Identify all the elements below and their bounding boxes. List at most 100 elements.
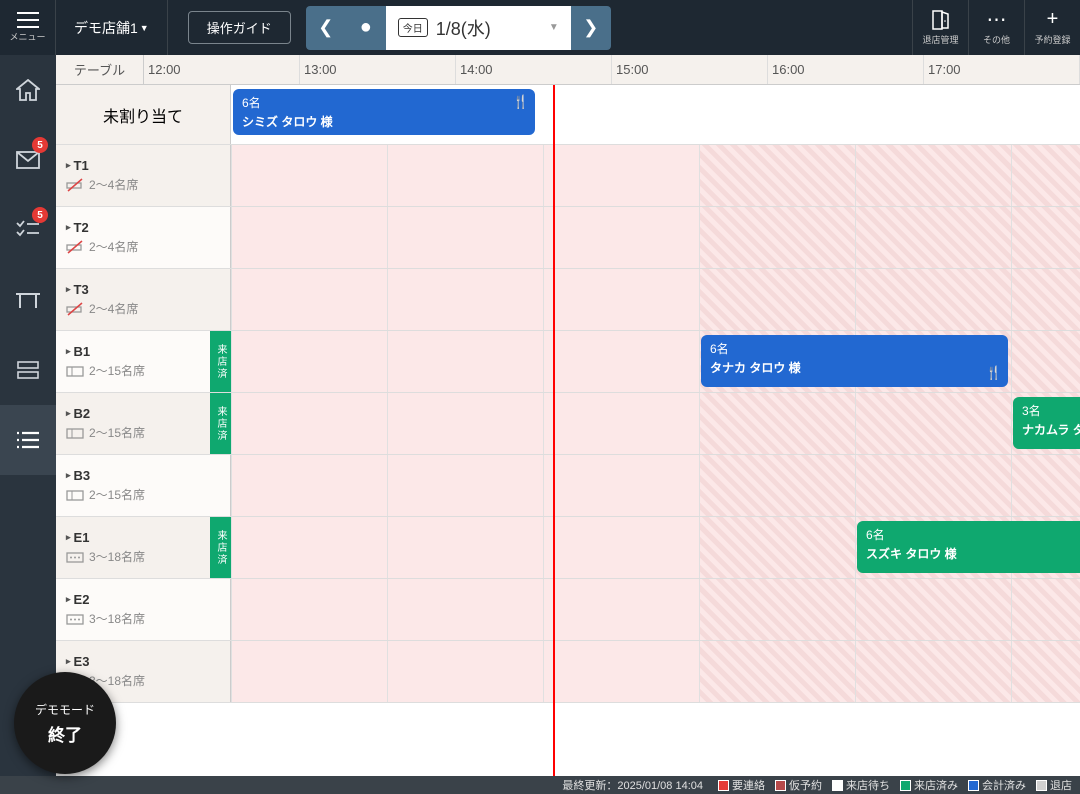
resv-count: 6名 xyxy=(866,526,1080,543)
table-name: ▸T3 xyxy=(66,282,220,297)
meal-icon: 🍴 xyxy=(986,365,1002,381)
demo-line2: 終了 xyxy=(48,721,82,746)
time-cells: 12:00 13:00 14:00 15:00 16:00 17:00 xyxy=(144,55,1080,84)
leave-management-button[interactable]: 退店管理 xyxy=(912,0,968,55)
reservation-card[interactable]: 6名 シミズ タロウ 様 🍴 xyxy=(233,89,535,135)
table-label[interactable]: ▸T1 2～4名席 xyxy=(56,145,231,206)
legend-item: 要連絡 xyxy=(718,777,765,793)
row-track[interactable]: 来店済 3名ナカムラ タ xyxy=(231,393,1080,454)
table-label[interactable]: ▸B2 2～15名席 xyxy=(56,393,231,454)
table-name: ▸E3 xyxy=(66,654,220,669)
mail-badge: 5 xyxy=(32,137,48,153)
resv-name: スズキ タロウ 様 xyxy=(866,545,1080,562)
table-row: ▸E3 3～18名席 xyxy=(56,641,1080,703)
closed-shade xyxy=(699,145,1080,206)
row-track[interactable]: 来店済 6名タナカ タロウ 様🍴 xyxy=(231,331,1080,392)
sidebar-tasks[interactable]: 5 xyxy=(0,195,56,265)
legend-swatch xyxy=(900,780,911,791)
tasks-badge: 5 xyxy=(32,207,48,223)
resv-name: シミズ タロウ 様 xyxy=(242,113,526,130)
reservation-card[interactable]: 6名スズキ タロウ 様🍴 xyxy=(857,521,1080,573)
menu-button[interactable]: メニュー xyxy=(0,0,56,55)
row-track[interactable] xyxy=(231,207,1080,268)
sidebar-list[interactable] xyxy=(0,405,56,475)
other-button[interactable]: ⋯ その他 xyxy=(968,0,1024,55)
mail-icon xyxy=(16,151,40,169)
table-capacity: 2～4名席 xyxy=(66,300,220,317)
current-time-line xyxy=(553,85,555,776)
unassigned-label: 未割り当て xyxy=(56,85,231,144)
row-track[interactable] xyxy=(231,455,1080,516)
sidebar-home[interactable] xyxy=(0,55,56,125)
guide-button[interactable]: 操作ガイド xyxy=(188,11,291,44)
legend-item: 会計済み xyxy=(968,777,1026,793)
sidebar-tables[interactable] xyxy=(0,265,56,335)
time-header: テーブル 12:00 13:00 14:00 15:00 16:00 17:00 xyxy=(56,55,1080,85)
time-cell: 12:00 xyxy=(144,55,300,84)
resv-count: 3名 xyxy=(1022,402,1080,419)
schedule-grid: テーブル 12:00 13:00 14:00 15:00 16:00 17:00… xyxy=(56,55,1080,776)
table-row: ▸T2 2～4名席 xyxy=(56,207,1080,269)
prev-day-button[interactable]: ❮ xyxy=(306,6,346,50)
layout-icon xyxy=(17,361,39,379)
closed-shade xyxy=(699,269,1080,330)
rows: 未割り当て 6名 シミズ タロウ 様 🍴 ▸T1 2～4名席 xyxy=(56,85,1080,776)
closed-shade xyxy=(699,579,1080,640)
resv-count: 6名 xyxy=(710,340,999,357)
table-row: ▸T3 2～4名席 xyxy=(56,269,1080,331)
next-day-button[interactable]: ❯ xyxy=(571,6,611,50)
legend-item: 仮予約 xyxy=(775,777,822,793)
store-selector[interactable]: デモ店舗1▼ xyxy=(56,0,168,55)
resv-name: ナカムラ タ xyxy=(1022,421,1080,438)
legend-item: 退店 xyxy=(1036,777,1072,793)
arrow-right-icon: ▸ xyxy=(66,470,71,481)
today-dot-button[interactable]: ● xyxy=(346,6,386,50)
time-cell: 14:00 xyxy=(456,55,612,84)
row-track[interactable]: 来店済 6名スズキ タロウ 様🍴 xyxy=(231,517,1080,578)
today-chip: 今日 xyxy=(398,18,428,37)
reservation-card[interactable]: 6名タナカ タロウ 様🍴 xyxy=(701,335,1008,387)
row-track[interactable] xyxy=(231,579,1080,640)
arrow-right-icon: ▸ xyxy=(66,532,71,543)
demo-mode-exit-button[interactable]: デモモード 終了 xyxy=(14,672,116,774)
reservation-card[interactable]: 3名ナカムラ タ xyxy=(1013,397,1080,449)
row-track[interactable] xyxy=(231,269,1080,330)
table-name: ▸E1 xyxy=(66,530,220,545)
closed-shade xyxy=(699,207,1080,268)
past-shade xyxy=(231,269,699,330)
time-cell: 13:00 xyxy=(300,55,456,84)
table-label[interactable]: ▸E2 3～18名席 xyxy=(56,579,231,640)
resv-name: タナカ タロウ 様 xyxy=(710,359,999,376)
row-track[interactable] xyxy=(231,145,1080,206)
add-label: 予約登録 xyxy=(1034,33,1070,46)
arrow-right-icon: ▸ xyxy=(66,160,71,171)
legend-swatch xyxy=(775,780,786,791)
legend-item: 来店済み xyxy=(900,777,958,793)
table-label[interactable]: ▸B3 2～15名席 xyxy=(56,455,231,516)
resv-count: 6名 xyxy=(242,94,526,111)
table-label[interactable]: ▸T2 2～4名席 xyxy=(56,207,231,268)
legend: 要連絡 仮予約 来店待ち 来店済み 会計済み 退店 xyxy=(718,777,1072,793)
arrow-right-icon: ▸ xyxy=(66,408,71,419)
arrow-right-icon: ▸ xyxy=(66,656,71,667)
table-label[interactable]: ▸T3 2～4名席 xyxy=(56,269,231,330)
menu-label: メニュー xyxy=(9,30,45,43)
past-shade xyxy=(231,145,699,206)
table-name: ▸B3 xyxy=(66,468,220,483)
chevron-down-icon: ▼ xyxy=(549,22,559,33)
home-icon xyxy=(16,79,40,101)
hamburger-icon xyxy=(17,12,39,28)
chevron-down-icon: ▼ xyxy=(140,23,149,33)
add-reservation-button[interactable]: + 予約登録 xyxy=(1024,0,1080,55)
date-picker[interactable]: 今日 1/8(水) ▼ xyxy=(386,6,571,50)
table-label[interactable]: ▸E1 3～18名席 xyxy=(56,517,231,578)
legend-swatch xyxy=(968,780,979,791)
table-name: ▸E2 xyxy=(66,592,220,607)
row-track[interactable]: 6名 シミズ タロウ 様 🍴 xyxy=(231,85,1080,144)
sidebar-messages[interactable]: 5 xyxy=(0,125,56,195)
table-capacity: 3～18名席 xyxy=(66,548,220,565)
sidebar-layout[interactable] xyxy=(0,335,56,405)
row-track[interactable] xyxy=(231,641,1080,702)
table-label[interactable]: ▸B1 2～15名席 xyxy=(56,331,231,392)
leave-label: 退店管理 xyxy=(922,33,958,46)
